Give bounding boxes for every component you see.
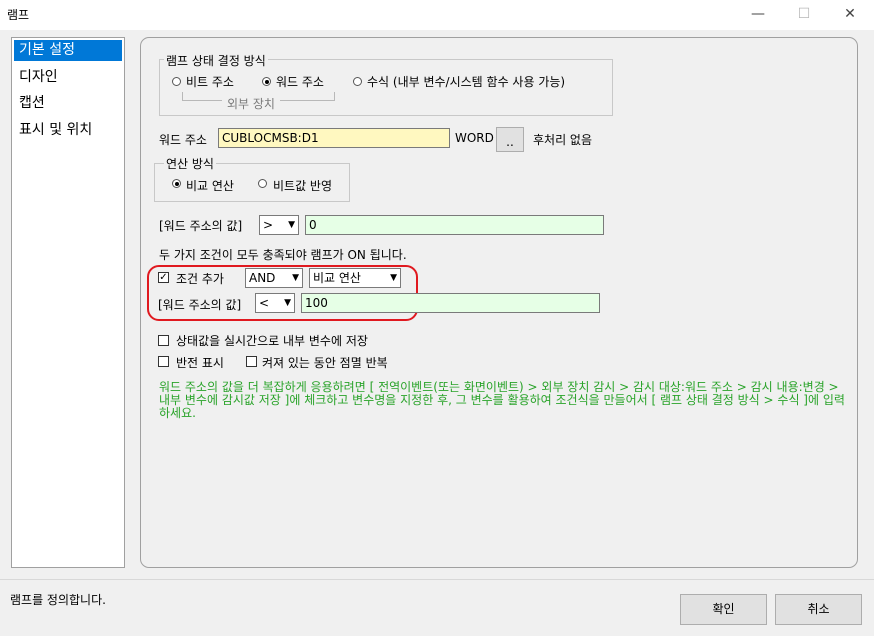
status-bar: 램프를 정의합니다. 확인 취소 <box>0 579 874 636</box>
both-conditions-note: 두 가지 조건이 모두 충족되야 램프가 ON 됩니다. <box>159 248 407 262</box>
sidebar-item-design[interactable]: 디자인 <box>14 67 122 88</box>
post-process-label: 후처리 없음 <box>533 133 593 147</box>
close-icon[interactable]: ✕ <box>827 0 873 30</box>
browse-address-button[interactable]: .. <box>496 127 524 152</box>
compare-value-input-1[interactable]: 0 <box>305 215 604 235</box>
word-value-label-1: [워드 주소의 값] <box>159 219 243 233</box>
compare-value-input-2[interactable]: 100 <box>301 293 600 313</box>
sidebar-item-basic-settings[interactable]: 기본 설정 <box>14 40 122 61</box>
state-method-title: 램프 상태 결정 방식 <box>164 52 268 69</box>
operator-select-2-value: < <box>259 296 270 310</box>
radio-bit-value[interactable] <box>258 179 267 188</box>
operator-select-1[interactable]: > ▼ <box>259 215 299 235</box>
radio-formula[interactable] <box>353 77 362 86</box>
ok-button[interactable]: 확인 <box>680 594 767 625</box>
status-text: 램프를 정의합니다. <box>10 593 106 607</box>
add-condition-label[interactable]: 조건 추가 <box>176 270 224 287</box>
external-device-label: 외부 장치 <box>222 95 280 112</box>
sidebar-item-caption[interactable]: 캡션 <box>14 93 122 114</box>
radio-formula-label[interactable]: 수식 (내부 변수/시스템 함수 사용 가능) <box>367 73 565 90</box>
chevron-down-icon: ▼ <box>390 273 397 283</box>
cancel-button[interactable]: 취소 <box>775 594 862 625</box>
radio-compare-op[interactable] <box>172 179 181 188</box>
radio-bit-address[interactable] <box>172 77 181 86</box>
word-address-label: 워드 주소 <box>159 133 207 147</box>
mode-select[interactable]: 비교 연산 ▼ <box>309 268 401 288</box>
save-realtime-label[interactable]: 상태값을 실시간으로 내부 변수에 저장 <box>176 332 368 349</box>
radio-word-address-label[interactable]: 워드 주소 <box>276 73 324 90</box>
radio-bit-address-label[interactable]: 비트 주소 <box>186 73 234 90</box>
help-text: 워드 주소의 값을 더 복잡하게 응용하려면 [ 전역이벤트(또는 화면이벤트)… <box>159 380 845 420</box>
logic-select[interactable]: AND ▼ <box>245 268 303 288</box>
mode-select-value: 비교 연산 <box>313 271 361 285</box>
invert-checkbox[interactable] <box>158 356 169 367</box>
invert-label[interactable]: 반전 표시 <box>176 354 224 371</box>
word-type-label: WORD <box>455 131 494 145</box>
radio-compare-op-label[interactable]: 비교 연산 <box>186 177 234 194</box>
radio-bit-value-label[interactable]: 비트값 반영 <box>273 177 332 194</box>
chevron-down-icon: ▼ <box>284 298 291 308</box>
operator-select-1-value: > <box>263 218 274 232</box>
logic-select-value: AND <box>249 271 276 285</box>
save-realtime-checkbox[interactable] <box>158 335 169 346</box>
chevron-down-icon: ▼ <box>292 273 299 283</box>
chevron-down-icon: ▼ <box>288 220 295 230</box>
operation-title: 연산 방식 <box>164 155 216 172</box>
radio-word-address[interactable] <box>262 77 271 86</box>
window-title: 램프 <box>7 8 30 22</box>
maximize-icon: ☐ <box>797 6 811 22</box>
title-bar: 램프 — ☐ ✕ <box>0 0 874 30</box>
blink-checkbox[interactable] <box>246 356 257 367</box>
sidebar-item-display-position[interactable]: 표시 및 위치 <box>14 120 122 141</box>
operator-select-2[interactable]: < ▼ <box>255 293 295 313</box>
word-address-input[interactable]: CUBLOCMSB:D1 <box>218 128 450 148</box>
category-list: 기본 설정 디자인 캡션 표시 및 위치 <box>11 37 125 568</box>
word-value-label-2: [워드 주소의 값] <box>158 298 242 312</box>
add-condition-checkbox[interactable]: ✓ <box>158 272 169 283</box>
blink-label[interactable]: 켜져 있는 동안 점멸 반복 <box>262 354 388 371</box>
minimize-icon[interactable]: — <box>735 0 781 30</box>
